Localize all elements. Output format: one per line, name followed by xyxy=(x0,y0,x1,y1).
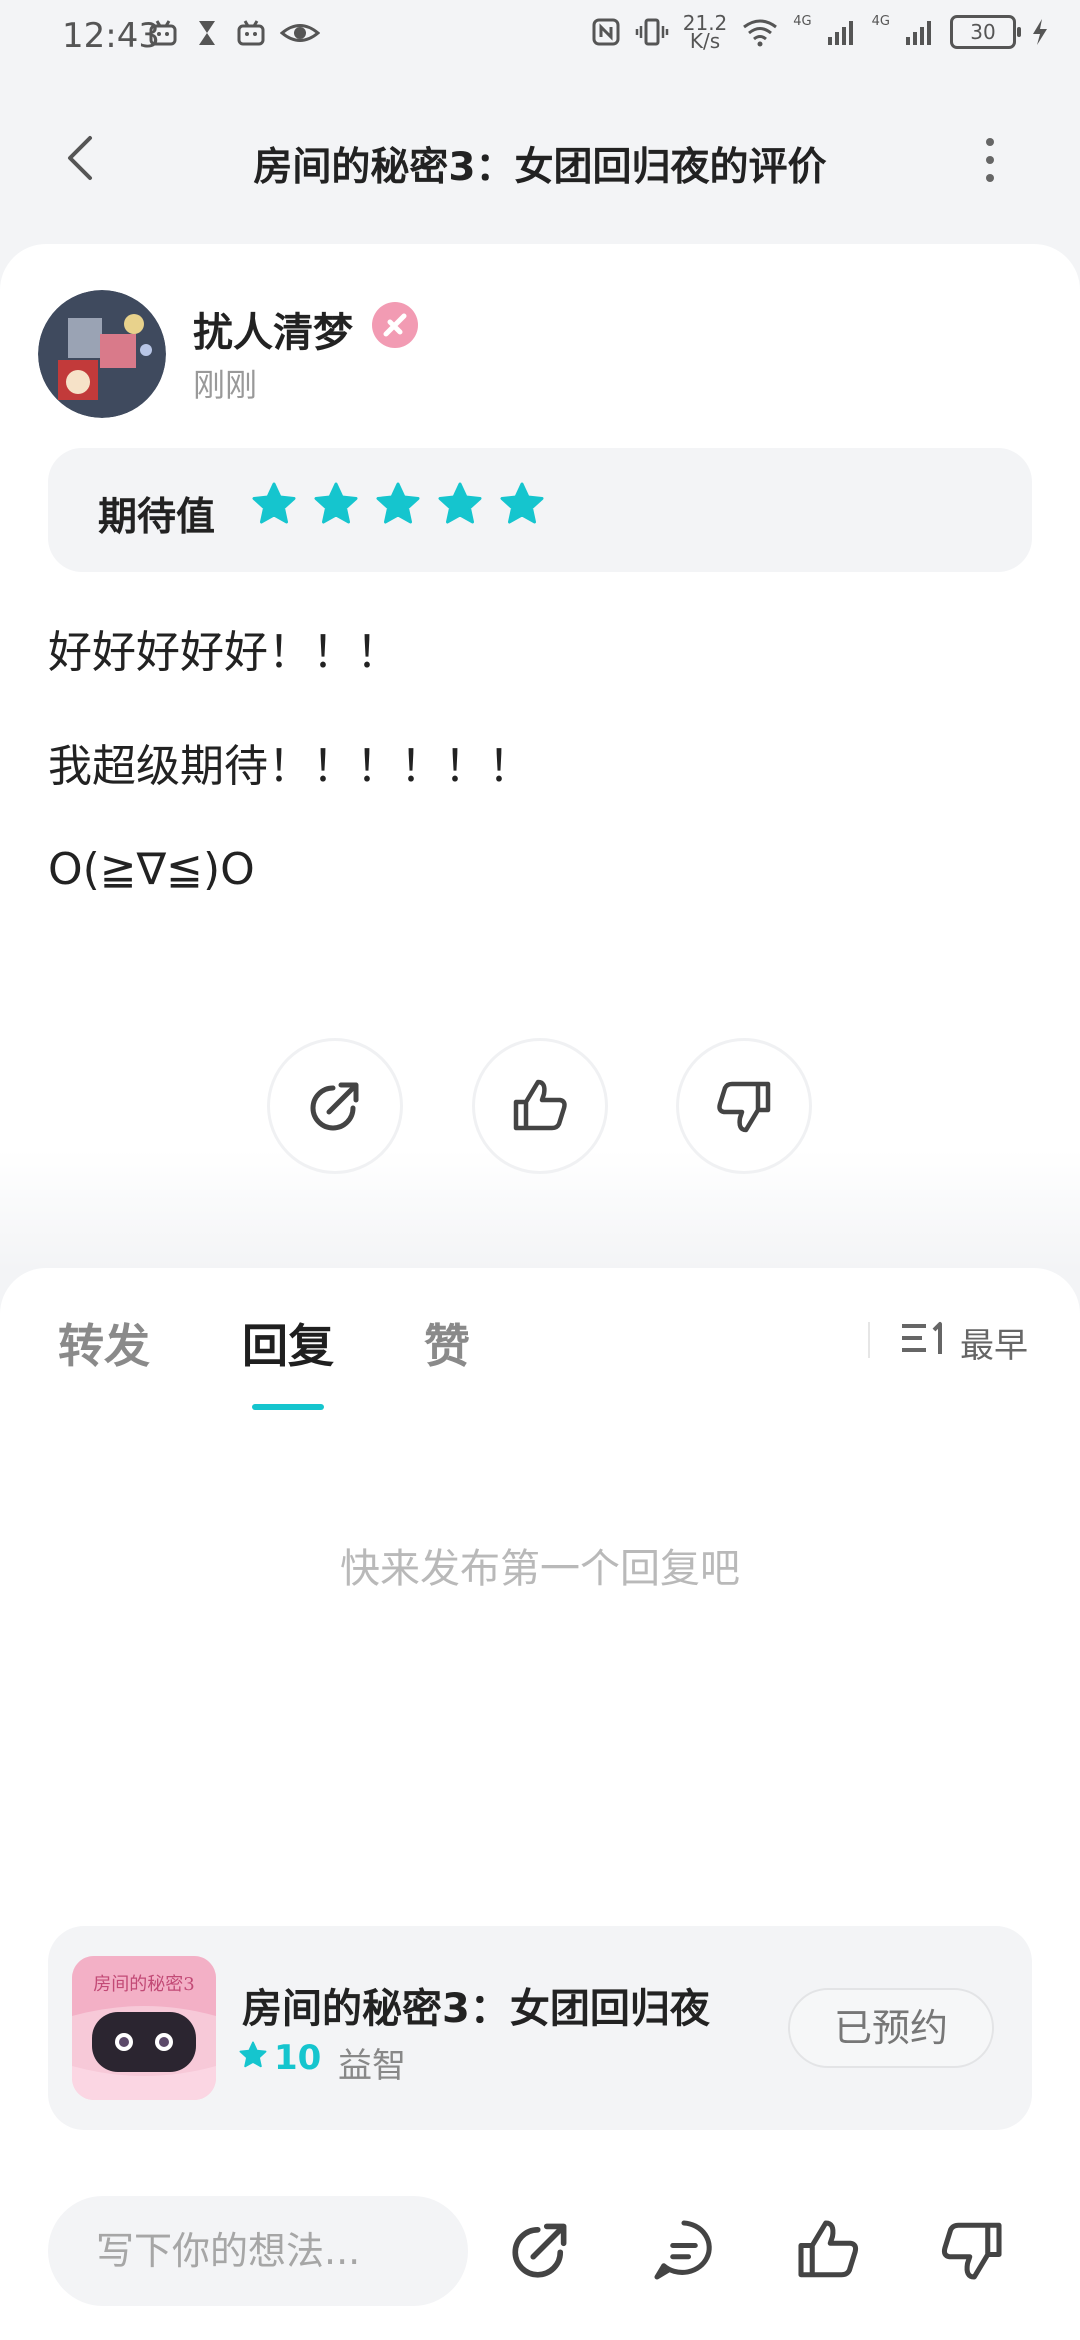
review-text-line: 好好好好好！！！ xyxy=(48,627,400,678)
thumbs-up-icon xyxy=(513,1079,567,1131)
expectation-label: 期待值 xyxy=(98,495,216,540)
star-icon xyxy=(500,482,544,524)
post-time: 刚刚 xyxy=(193,366,258,404)
divider xyxy=(868,1322,870,1358)
hourglass-icon xyxy=(199,21,215,45)
review-text-line: 我超级期待！！！！！！ xyxy=(48,741,532,792)
active-tab-indicator xyxy=(252,1404,324,1410)
thumbs-down-icon xyxy=(717,1081,771,1133)
net-speed: 21.2 K/s xyxy=(682,11,728,53)
wifi-icon xyxy=(743,19,778,47)
more-options-button[interactable] xyxy=(970,130,1010,190)
bilibili-icon-2 xyxy=(237,20,265,46)
system-status: 21.2 K/s 4G 4G 30 xyxy=(591,11,1050,53)
vibrate-icon xyxy=(635,18,668,46)
dislike-button[interactable] xyxy=(676,1038,812,1174)
star-icon xyxy=(239,2041,267,2068)
star-icon xyxy=(438,482,482,524)
tab-forward[interactable]: 转发 xyxy=(58,1310,150,1376)
status-bar: 12:43 21.2 K/s 4G 4G 30 xyxy=(0,0,1080,76)
star-icon xyxy=(376,482,420,524)
game-score: 10 xyxy=(274,2038,322,2078)
like-button[interactable] xyxy=(472,1038,608,1174)
share-button[interactable] xyxy=(267,1038,403,1174)
avatar[interactable] xyxy=(38,290,166,418)
tab-reply[interactable]: 回复 xyxy=(242,1310,334,1376)
review-text-line: O(≧∇≦)O xyxy=(48,844,255,895)
svg-text:房间的秘密3: 房间的秘密3 xyxy=(93,1974,194,1995)
network-type-2: 4G xyxy=(871,14,890,29)
tab-likes[interactable]: 赞 xyxy=(424,1310,470,1376)
network-type-1: 4G xyxy=(793,14,812,29)
thumbs-up-icon[interactable] xyxy=(792,2214,864,2286)
reserved-button[interactable]: 已预约 xyxy=(788,1988,994,2068)
star-icon xyxy=(252,482,296,524)
bilibili-icon xyxy=(149,20,177,46)
status-time: 12:43 xyxy=(62,16,160,56)
game-tag: 益智 xyxy=(338,2046,406,2086)
game-title[interactable]: 房间的秘密3：女团回归夜 xyxy=(242,1976,710,2034)
thumbs-down-icon[interactable] xyxy=(936,2214,1008,2286)
share-icon[interactable] xyxy=(504,2214,576,2286)
username[interactable]: 扰人清梦 xyxy=(193,300,353,358)
comment-input[interactable] xyxy=(48,2196,468,2306)
share-icon xyxy=(310,1082,359,1131)
game-cover[interactable]: 房间的秘密3 xyxy=(72,1956,216,2100)
nfc-icon xyxy=(592,18,620,46)
eye-icon xyxy=(280,24,320,42)
empty-replies-text: 快来发布第一个回复吧 xyxy=(340,1546,740,1592)
comment-icon[interactable] xyxy=(648,2214,720,2286)
charging-icon xyxy=(1033,19,1047,45)
signal-icon xyxy=(827,21,853,45)
signal-icon-2 xyxy=(906,21,931,45)
star-icon xyxy=(314,482,358,524)
verified-badge-icon xyxy=(372,302,418,348)
notification-icons xyxy=(148,18,320,48)
rating-stars xyxy=(250,480,546,528)
page-title: 房间的秘密3：女团回归夜的评价 xyxy=(253,145,827,190)
sort-label[interactable]: 最早 xyxy=(960,1318,1028,1367)
battery-icon: 30 xyxy=(950,15,1021,49)
sort-icon[interactable] xyxy=(900,1318,948,1362)
